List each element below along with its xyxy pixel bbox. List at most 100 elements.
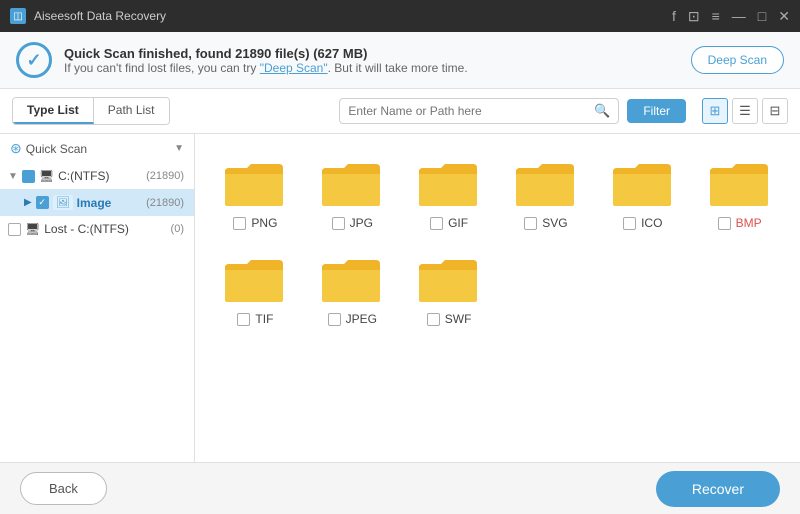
c-drive-checkbox[interactable] <box>22 170 35 183</box>
file-item-ico[interactable]: ICO <box>598 150 687 238</box>
chevron-down-icon: ▼ <box>174 143 184 154</box>
sidebar-item-lost[interactable]: 🖥 Lost - C:(NTFS) (0) <box>0 216 194 242</box>
file-name: GIF <box>448 216 468 230</box>
file-item-bmp[interactable]: BMP <box>695 150 784 238</box>
sidebar-item-c-drive[interactable]: ▼ 🖥 C:(NTFS) (21890) <box>0 163 194 189</box>
content-area: ⊛ Quick Scan ▼ ▼ 🖥 C:(NTFS) (21890) ▶ ✓ … <box>0 134 800 462</box>
sidebar-quick-scan[interactable]: ⊛ Quick Scan ▼ <box>0 134 194 163</box>
file-checkbox[interactable] <box>237 313 250 326</box>
check-circle-icon: ✓ <box>16 42 52 78</box>
file-name: SWF <box>445 312 472 326</box>
recover-button[interactable]: Recover <box>656 471 780 507</box>
search-input[interactable] <box>348 104 594 118</box>
file-item-jpeg[interactable]: JPEG <box>308 246 397 334</box>
file-item-jpg[interactable]: JPG <box>308 150 397 238</box>
close-btn[interactable]: ✕ <box>778 8 790 25</box>
lost-drive-icon: 🖥 <box>25 222 40 236</box>
detail-icon: ⊟ <box>770 103 781 119</box>
search-box: 🔍 <box>339 98 619 124</box>
bottom-bar: Back Recover <box>0 462 800 514</box>
file-checkbox[interactable] <box>430 217 443 230</box>
view-list-button[interactable]: ☰ <box>732 98 758 124</box>
file-name: ICO <box>641 216 662 230</box>
file-name: BMP <box>736 216 762 230</box>
view-controls: ⊞ ☰ ⊟ <box>702 98 788 124</box>
file-checkbox[interactable] <box>328 313 341 326</box>
file-name: PNG <box>251 216 277 230</box>
maximize-btn[interactable]: □ <box>758 8 766 24</box>
file-name: JPEG <box>346 312 377 326</box>
file-item-swf[interactable]: SWF <box>405 246 494 334</box>
lost-checkbox[interactable] <box>8 223 21 236</box>
tab-type-list[interactable]: Type List <box>13 98 94 124</box>
file-label-row: SVG <box>506 216 587 230</box>
folder-icon <box>419 158 479 208</box>
lost-label: Lost - C:(NTFS) <box>44 222 166 236</box>
file-label-row: PNG <box>215 216 296 230</box>
file-item-gif[interactable]: GIF <box>405 150 494 238</box>
file-label-row: BMP <box>699 216 780 230</box>
lost-count: (0) <box>171 223 184 235</box>
file-label-row: JPEG <box>312 312 393 326</box>
image-checkbox[interactable]: ✓ <box>36 196 49 209</box>
grid-icon: ⊞ <box>710 103 721 119</box>
folder-icon <box>225 254 285 304</box>
image-label: Image <box>77 196 142 210</box>
folder-icon <box>322 254 382 304</box>
file-label-row: TIF <box>215 312 296 326</box>
main-container: ✓ Quick Scan finished, found 21890 file(… <box>0 32 800 514</box>
file-checkbox[interactable] <box>524 217 537 230</box>
back-button[interactable]: Back <box>20 472 107 505</box>
file-checkbox[interactable] <box>332 217 345 230</box>
facebook-icon[interactable]: f <box>672 8 676 24</box>
search-icon: 🔍 <box>594 103 610 119</box>
collapse-arrow-icon: ▼ <box>8 171 18 182</box>
list-icon: ☰ <box>739 103 751 119</box>
expand-arrow-icon: ▶ <box>24 197 32 208</box>
c-drive-count: (21890) <box>146 170 184 182</box>
banner-text: Quick Scan finished, found 21890 file(s)… <box>64 46 468 75</box>
top-banner: ✓ Quick Scan finished, found 21890 file(… <box>0 32 800 89</box>
menu-icon[interactable]: ≡ <box>712 8 720 24</box>
drive-icon: 🖥 <box>39 169 54 183</box>
folder-icon <box>710 158 770 208</box>
banner-sub-suffix: . But it will take more time. <box>328 61 468 75</box>
folder-icon <box>613 158 673 208</box>
title-bar-controls: f ⊡ ≡ — □ ✕ <box>672 8 790 25</box>
banner-title: Quick Scan finished, found 21890 file(s)… <box>64 46 468 61</box>
file-item-svg[interactable]: SVG <box>502 150 591 238</box>
sidebar: ⊛ Quick Scan ▼ ▼ 🖥 C:(NTFS) (21890) ▶ ✓ … <box>0 134 195 462</box>
app-icon: ◫ <box>10 8 26 24</box>
monitor-icon[interactable]: ⊡ <box>688 8 700 25</box>
file-item-png[interactable]: PNG <box>211 150 300 238</box>
banner-sub-prefix: If you can't find lost files, you can tr… <box>64 61 260 75</box>
title-bar: ◫ Aiseesoft Data Recovery f ⊡ ≡ — □ ✕ <box>0 0 800 32</box>
file-label-row: JPG <box>312 216 393 230</box>
view-detail-button[interactable]: ⊟ <box>762 98 788 124</box>
file-item-tif[interactable]: TIF <box>211 246 300 334</box>
folder-icon <box>516 158 576 208</box>
image-count: (21890) <box>146 197 184 209</box>
folder-icon <box>225 158 285 208</box>
file-checkbox[interactable] <box>718 217 731 230</box>
tab-path-list[interactable]: Path List <box>94 98 169 124</box>
file-name: TIF <box>255 312 273 326</box>
banner-left: ✓ Quick Scan finished, found 21890 file(… <box>16 42 468 78</box>
minimize-btn[interactable]: — <box>732 8 746 24</box>
file-checkbox[interactable] <box>233 217 246 230</box>
folder-icon <box>322 158 382 208</box>
filter-button[interactable]: Filter <box>627 99 686 123</box>
file-label-row: ICO <box>602 216 683 230</box>
sidebar-item-image[interactable]: ▶ ✓ 🖼 Image (21890) <box>0 189 194 216</box>
file-checkbox[interactable] <box>427 313 440 326</box>
tab-group: Type List Path List <box>12 97 170 125</box>
view-grid-button[interactable]: ⊞ <box>702 98 728 124</box>
deep-scan-link[interactable]: "Deep Scan" <box>260 61 328 75</box>
file-checkbox[interactable] <box>623 217 636 230</box>
deep-scan-button[interactable]: Deep Scan <box>691 46 784 74</box>
file-name: SVG <box>542 216 567 230</box>
file-label-row: SWF <box>409 312 490 326</box>
file-label-row: GIF <box>409 216 490 230</box>
banner-sub: If you can't find lost files, you can tr… <box>64 61 468 75</box>
file-name: JPG <box>350 216 373 230</box>
